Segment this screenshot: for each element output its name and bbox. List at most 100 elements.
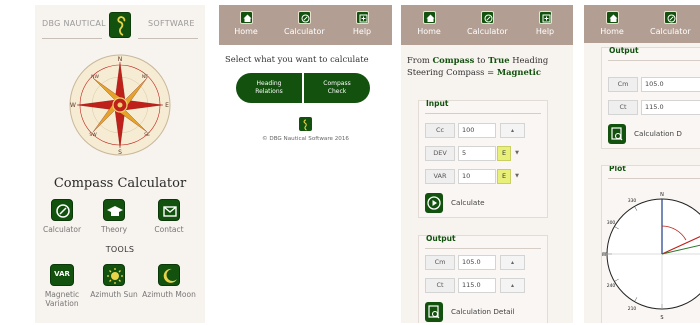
nav-calculator[interactable]: Calculator [284,11,325,36]
play-icon [425,193,443,213]
home-screen: DBG NAUTICAL SOFTWARE N E S W NE SE SW N… [35,5,205,323]
divider [608,178,700,179]
heading-relations-line1: Heading [256,80,282,87]
app-title: Compass Calculator [53,176,187,191]
heading-relations-screen: Home Calculator Help From Compass to Tru… [401,5,573,323]
tools-heading: TOOLS [105,245,135,254]
calculate-label: Calculate [451,198,485,207]
calculation-detail-label: Calculation D [634,129,682,138]
output-panel-title: Output [426,234,456,243]
dev-input[interactable]: 5 [458,146,496,161]
home-icon [605,11,619,24]
compass-icon [663,11,677,24]
chevron-down-icon[interactable]: ▼ [513,169,521,184]
home-icon [422,11,436,24]
divider [425,113,541,114]
cm-label: Cm [608,77,638,92]
nav-help[interactable]: Help [342,11,382,36]
heading-relations-button[interactable]: Heading Relations [236,73,302,103]
heading-plot: N W S 330 300 240 210 [602,192,700,321]
calculator-button[interactable]: Calculator [35,199,89,234]
compass-icon [480,11,494,24]
cm-label: Cm [425,255,455,270]
calculation-detail-button[interactable]: Calculation D [608,124,700,144]
copyright-text: © DBG Nautical Software 2016 [262,136,349,142]
seahorse-logo-icon [299,117,312,131]
nav-calculator[interactable]: Calculator [650,11,691,36]
var-icon-text: VAR [54,270,70,278]
plot-west-label: W [602,252,607,258]
heading-relations-line2: Relations [255,88,283,95]
desc-heading: Heading [512,55,549,65]
nav-help-label: Help [535,27,555,36]
dev-direction-select[interactable]: E [497,146,511,161]
output-panel: Output Cm 105.0 Ct 115.0 Calculation D [601,46,700,149]
theory-label: Theory [100,225,128,234]
ct-output: 115.0 [458,278,496,293]
var-direction-select[interactable]: E [497,169,511,184]
compass-point-label: SE [144,132,150,138]
nav-home[interactable]: Home [409,11,449,36]
nav-calculator-label: Calculator [284,27,325,36]
cc-label: Cc [425,123,455,138]
divider [425,248,541,249]
nav-calculator[interactable]: Calculator [467,11,508,36]
calculator-select-screen: Home Calculator Help Select what you wan… [219,5,392,323]
cm-output: 105.0 [641,77,700,92]
sun-icon [103,264,125,286]
seahorse-logo-icon [109,12,131,38]
plus-icon [538,11,552,24]
calculation-detail-button[interactable]: Calculation Detail [425,302,535,322]
magnetic-variation-button[interactable]: VAR Magnetic Variation [35,264,89,308]
compass-point-label: SW [89,132,97,138]
var-icon: VAR [50,264,74,286]
plot-degree-label: 210 [628,306,637,312]
output-panel-title: Output [609,46,639,55]
graduation-cap-icon [103,199,125,221]
magnetic-variation-label: Magnetic Variation [44,290,80,308]
ct-output: 115.0 [641,100,700,115]
azimuth-moon-button[interactable]: Azimuth Moon [142,264,196,299]
plot-degree-label: 330 [628,198,637,204]
calculate-button[interactable]: Calculate [425,193,535,213]
plot-degree-label: 240 [607,283,616,289]
cm-output: 105.0 [458,255,496,270]
plot-panel: Plot N W S 330 300 240 210 [601,165,700,323]
plot-degree-label: 300 [607,220,616,226]
compass-point-label: N [118,56,123,63]
nav-help-label: Help [352,27,372,36]
cc-stepper[interactable]: ▴ [500,123,525,138]
nav-calculator-label: Calculator [650,27,691,36]
compass-check-line1: Compass [323,80,351,87]
plot-south-label: S [660,315,663,321]
chevron-down-icon[interactable]: ▼ [513,146,521,161]
nav-bar: Home Calculator [584,5,700,43]
nav-help[interactable]: Help [525,11,565,36]
var-input[interactable]: 10 [458,169,496,184]
dev-label: DEV [425,146,455,161]
output-panel: Output Cm 105.0 ▴ Ct 115.0 ▴ Calculation… [418,234,548,323]
calculator-label: Calculator [42,225,82,234]
divider [608,60,700,61]
envelope-icon [158,199,180,221]
desc-magnetic: Magnetic [496,67,541,77]
azimuth-moon-label: Azimuth Moon [142,290,196,299]
nav-bar: Home Calculator Help [219,5,392,45]
compass-point-label: S [118,149,122,156]
compass-rose-icon: N E S W NE SE SW NW [69,54,171,156]
compass-check-button[interactable]: Compass Check [304,73,370,103]
cc-input[interactable]: 100 [458,123,496,138]
contact-button[interactable]: Contact [142,199,196,234]
azimuth-sun-button[interactable]: Azimuth Sun [87,264,141,299]
theory-button[interactable]: Theory [87,199,141,234]
brand-name-right: SOFTWARE [148,19,195,28]
output-plot-screen: Home Calculator Output Cm 105.0 Ct 115.0… [584,5,700,323]
divider [138,38,198,39]
compass-point-label: E [165,102,169,109]
select-prompt: Select what you want to calculate [225,54,369,64]
nav-home-label: Home [600,27,624,36]
plot-north-label: N [660,192,664,198]
nav-home[interactable]: Home [226,11,266,36]
nav-home-label: Home [234,27,258,36]
nav-home[interactable]: Home [592,11,632,36]
